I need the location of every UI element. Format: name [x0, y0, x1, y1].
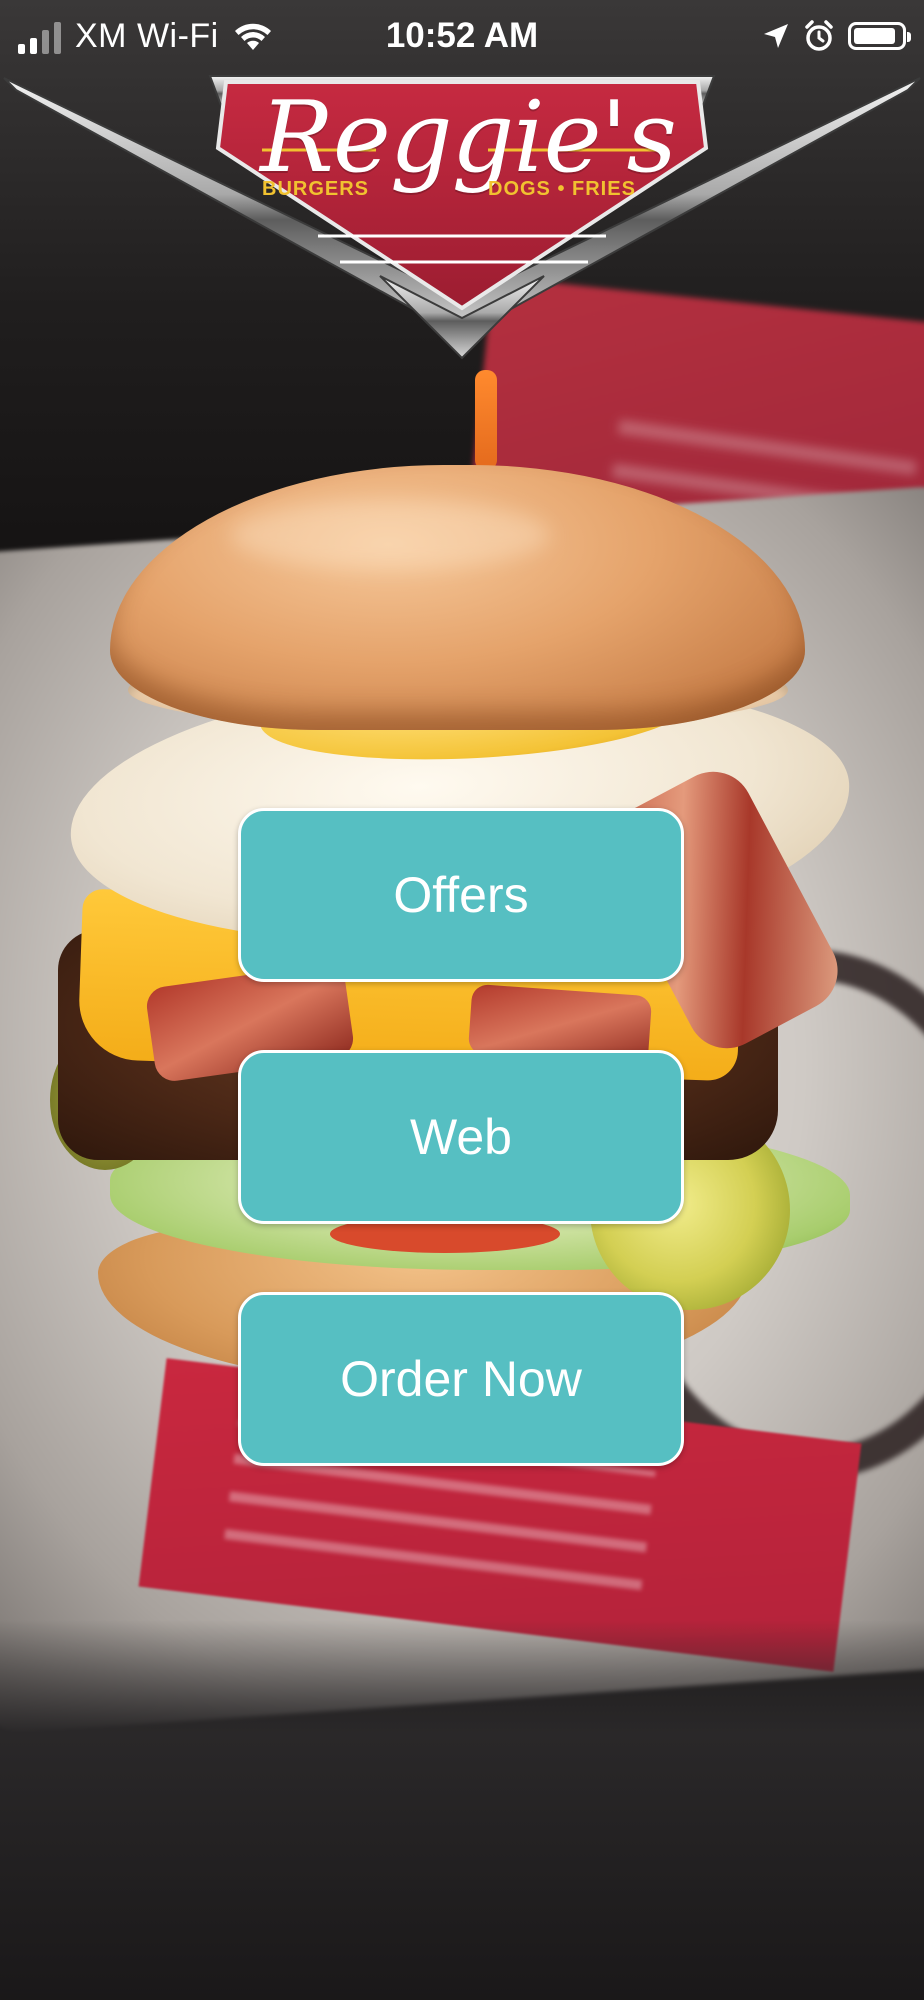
battery-level	[854, 28, 895, 44]
web-button[interactable]: Web	[238, 1050, 684, 1224]
alarm-clock-icon	[805, 20, 833, 51]
battery-icon	[848, 22, 911, 50]
offers-button[interactable]: Offers	[238, 808, 684, 982]
action-buttons: Offers Web Order Now	[238, 808, 684, 1534]
order-now-button[interactable]: Order Now	[238, 1292, 684, 1466]
app-screen: XM Wi-Fi 10:52 AM Reggie's BURGERS DOGS …	[0, 0, 924, 2000]
status-bar: XM Wi-Fi 10:52 AM	[0, 0, 924, 72]
logo-title: Reggie's	[260, 81, 677, 195]
logo-tagline-dogs-fries: DOGS • FRIES	[488, 178, 636, 200]
location-arrow-icon	[764, 24, 788, 48]
top-bun-highlight	[230, 500, 550, 570]
status-right	[762, 14, 911, 58]
logo-tagline-burgers: BURGERS	[262, 178, 370, 200]
reggies-logo: Reggie's BURGERS DOGS • FRIES	[0, 68, 924, 388]
